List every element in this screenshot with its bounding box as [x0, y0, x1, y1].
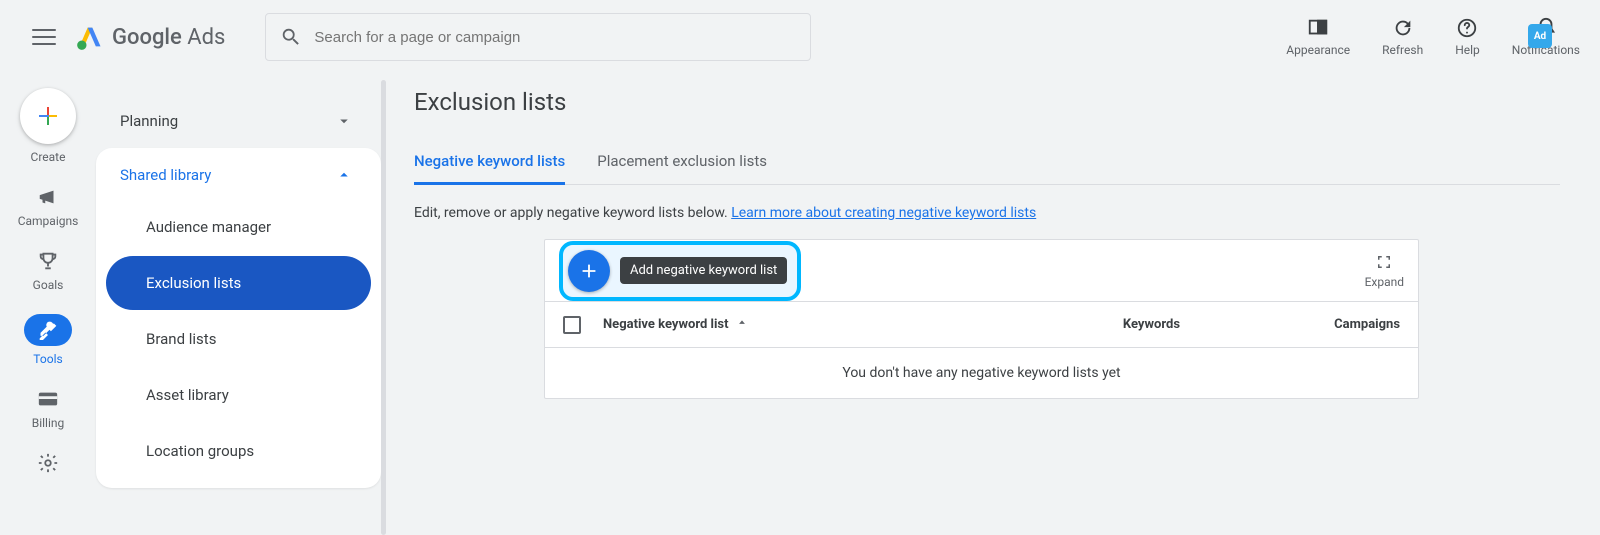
help-text: Edit, remove or apply negative keyword l…	[414, 205, 1560, 221]
rail-campaigns[interactable]: Campaigns	[18, 186, 79, 228]
appearance-label: Appearance	[1286, 43, 1350, 57]
subnav-asset-library[interactable]: Asset library	[106, 368, 371, 422]
add-negative-keyword-list-button[interactable]	[568, 250, 610, 292]
nav-planning-label: Planning	[120, 112, 178, 130]
search-input[interactable]	[314, 29, 796, 46]
help-icon	[1456, 17, 1478, 39]
subnav-location-groups[interactable]: Location groups	[106, 424, 371, 478]
logo[interactable]: Google Ads	[76, 23, 225, 51]
help-label: Help	[1455, 43, 1480, 57]
gear-icon	[37, 452, 59, 474]
tabs: Negative keyword lists Placement exclusi…	[414, 140, 1560, 185]
empty-state: You don't have any negative keyword list…	[545, 348, 1418, 398]
page-title: Exclusion lists	[414, 88, 1560, 116]
chevron-up-icon	[335, 166, 353, 184]
expand-label: Expand	[1365, 275, 1404, 289]
tab-negative-keyword-lists[interactable]: Negative keyword lists	[414, 140, 565, 185]
card-icon	[37, 388, 59, 410]
wrench-icon	[38, 320, 58, 340]
logo-text: Google Ads	[112, 25, 225, 50]
plus-icon	[36, 104, 60, 128]
col-negative-keyword-list[interactable]: Negative keyword list	[603, 317, 970, 332]
refresh-icon	[1392, 17, 1414, 39]
appearance-icon	[1307, 17, 1329, 39]
side-nav: Planning Shared library Audience manager…	[96, 88, 381, 535]
tab-placement-exclusion-lists[interactable]: Placement exclusion lists	[597, 140, 767, 184]
google-ads-icon	[76, 23, 104, 51]
appearance-button[interactable]: Appearance	[1286, 17, 1350, 57]
trophy-icon	[37, 250, 59, 272]
help-button[interactable]: Help	[1455, 17, 1480, 57]
rail-tools-label: Tools	[33, 352, 62, 366]
col-campaigns[interactable]: Campaigns	[1180, 317, 1400, 332]
create-fab[interactable]	[20, 88, 76, 144]
resize-handle[interactable]	[381, 80, 386, 535]
sort-asc-icon	[735, 318, 749, 332]
nav-planning[interactable]: Planning	[96, 98, 381, 144]
rail-create-label: Create	[31, 150, 66, 164]
rail-tools[interactable]: Tools	[24, 314, 72, 366]
search-bar[interactable]	[265, 13, 811, 61]
nav-shared-library-label: Shared library	[120, 166, 211, 184]
ad-badge: Ad	[1528, 24, 1552, 48]
expand-button[interactable]: Expand	[1365, 253, 1404, 289]
rail-campaigns-label: Campaigns	[18, 214, 79, 228]
rail-create[interactable]: Create	[20, 88, 76, 164]
refresh-label: Refresh	[1382, 43, 1423, 57]
tools-pill	[24, 314, 72, 346]
search-icon	[280, 26, 302, 48]
table: Add negative keyword list Expand Negativ…	[544, 239, 1419, 399]
chevron-down-icon	[335, 112, 353, 130]
rail-billing-label: Billing	[32, 416, 65, 430]
refresh-button[interactable]: Refresh	[1382, 17, 1423, 57]
plus-icon	[578, 260, 600, 282]
rail-settings[interactable]	[37, 452, 59, 474]
add-tooltip: Add negative keyword list	[620, 257, 787, 284]
rail-billing[interactable]: Billing	[32, 388, 65, 430]
menu-button[interactable]	[32, 25, 56, 49]
subnav-brand-lists[interactable]: Brand lists	[106, 312, 371, 366]
megaphone-icon	[37, 186, 59, 208]
add-button-highlight: Add negative keyword list	[559, 241, 801, 301]
select-all-checkbox[interactable]	[563, 316, 581, 334]
rail-goals[interactable]: Goals	[33, 250, 64, 292]
expand-icon	[1375, 253, 1393, 271]
rail-goals-label: Goals	[33, 278, 64, 292]
col-keywords[interactable]: Keywords	[970, 317, 1180, 332]
subnav-audience-manager[interactable]: Audience manager	[106, 200, 371, 254]
subnav-exclusion-lists[interactable]: Exclusion lists	[106, 256, 371, 310]
nav-shared-library[interactable]: Shared library	[96, 152, 381, 198]
table-header: Negative keyword list Keywords Campaigns	[545, 302, 1418, 348]
learn-more-link[interactable]: Learn more about creating negative keywo…	[731, 205, 1036, 221]
